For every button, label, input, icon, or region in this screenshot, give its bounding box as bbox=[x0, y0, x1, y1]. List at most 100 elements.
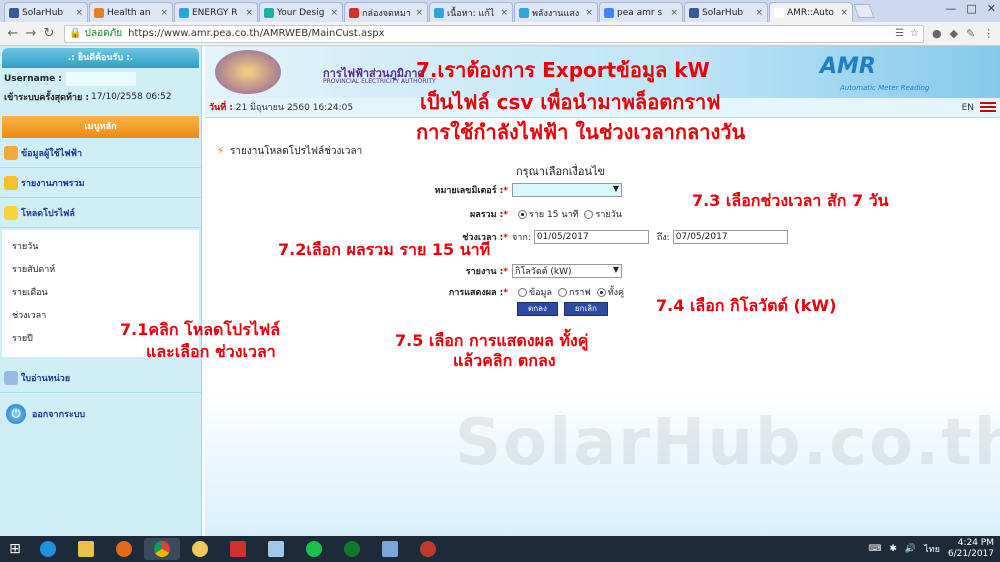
browser-tab[interactable]: เนื้อหา: แก้ไ × bbox=[429, 2, 513, 22]
tab-favicon-icon bbox=[519, 7, 529, 18]
url-input[interactable]: 🔒 ปลอดภัย https://www.amr.pea.co.th/AMRW… bbox=[64, 24, 924, 43]
tab-favicon-icon bbox=[264, 7, 274, 18]
menu-item-label: ใบอ่านหน่วย bbox=[21, 373, 71, 384]
maximize-icon[interactable]: □ bbox=[966, 2, 976, 15]
display-both-radio[interactable] bbox=[596, 287, 606, 297]
bookmark-star-icon[interactable]: ☆ bbox=[910, 28, 919, 39]
eyedropper-icon[interactable]: ✎ bbox=[966, 27, 975, 40]
tab-close-icon[interactable]: × bbox=[160, 8, 168, 18]
paint-icon[interactable] bbox=[182, 538, 218, 560]
tab-close-icon[interactable]: × bbox=[500, 8, 508, 18]
submenu-monthly[interactable]: รายเดือน bbox=[2, 282, 199, 305]
line-icon[interactable] bbox=[296, 538, 332, 560]
tab-close-icon[interactable]: × bbox=[75, 8, 83, 18]
keyboard-icon[interactable]: ⌨ bbox=[868, 544, 881, 554]
tab-close-icon[interactable]: × bbox=[670, 8, 678, 18]
tab-close-icon[interactable]: × bbox=[415, 8, 423, 18]
annotation-step-7-2: 7.2เลือก ผลรวม ราย 15 นาที bbox=[278, 240, 491, 259]
address-bar-row: ← → ↻ 🔒 ปลอดภัย https://www.amr.pea.co.t… bbox=[0, 22, 1000, 46]
from-date-input[interactable]: 01/05/2017 bbox=[533, 230, 649, 244]
menu-item-overview-report[interactable]: รายงานภาพรวม bbox=[0, 168, 201, 198]
sum-15min-radio[interactable] bbox=[518, 209, 527, 219]
submenu-weekly[interactable]: รายสัปดาห์ bbox=[2, 259, 199, 282]
logout-button[interactable]: ⏻ ออกจากระบบ bbox=[0, 397, 201, 431]
chat-app-icon[interactable] bbox=[334, 538, 370, 560]
line-dot bbox=[306, 541, 322, 557]
volume-icon[interactable]: 🔊 bbox=[905, 544, 916, 554]
translate-icon[interactable]: ☰ bbox=[895, 28, 904, 39]
extension-icon[interactable]: ● bbox=[932, 27, 942, 40]
photos-icon[interactable] bbox=[372, 538, 408, 560]
tab-close-icon[interactable]: × bbox=[755, 8, 763, 18]
firefox-icon[interactable] bbox=[106, 538, 142, 560]
clock-time: 4:24 PM bbox=[957, 538, 994, 548]
sum-label: ผลรวม :* bbox=[418, 207, 508, 221]
windows-start-icon[interactable]: ⊞ bbox=[0, 541, 30, 557]
chrome-icon[interactable] bbox=[144, 538, 180, 560]
pdf-dot bbox=[230, 541, 246, 557]
lightning-icon bbox=[4, 205, 18, 220]
meter-select[interactable]: ▼ bbox=[512, 183, 622, 197]
browser-tab[interactable]: SolarHub × bbox=[4, 2, 88, 22]
browser-tab-strip: SolarHub × Health an × ENERGY R × Your Desig × ก… bbox=[0, 0, 1000, 22]
reload-icon[interactable]: ↻ bbox=[40, 26, 58, 41]
extension-icon-2[interactable]: ◆ bbox=[950, 27, 958, 40]
forward-icon[interactable]: → bbox=[22, 26, 40, 41]
ok-button[interactable]: ตกลง bbox=[517, 302, 558, 316]
browser-tab[interactable]: Your Desig × bbox=[259, 2, 343, 22]
report-select[interactable]: กิโลวัตต์ (kW) ▼ bbox=[512, 264, 622, 278]
close-icon[interactable]: ✕ bbox=[987, 2, 996, 15]
browser-tab[interactable]: AMR::Auto × bbox=[769, 2, 853, 22]
to-date-input[interactable]: 07/05/2017 bbox=[672, 230, 788, 244]
ime-label[interactable]: ไทย bbox=[924, 542, 940, 556]
clock[interactable]: 4:24 PM 6/21/2017 bbox=[948, 538, 994, 560]
tab-label: พลังงานแสง bbox=[532, 8, 580, 19]
sum-15min-label: ราย 15 นาที bbox=[529, 210, 579, 220]
back-icon[interactable]: ← bbox=[4, 26, 22, 41]
minimize-icon[interactable]: — bbox=[945, 2, 956, 15]
meter-row: หมายเลขมิเตอร์ :* ▼ bbox=[418, 183, 622, 197]
tab-label: ENERGY R bbox=[192, 7, 238, 18]
tab-close-icon[interactable]: × bbox=[245, 8, 253, 18]
menu-item-user-info[interactable]: ข้อมูลผู้ใช้ไฟฟ้า bbox=[0, 138, 201, 168]
menu-dots-icon[interactable]: ⋮ bbox=[983, 27, 994, 40]
headline-2: เป็นไฟล์ csv เพื่อนำมาพล็อตกราฟ bbox=[420, 90, 721, 114]
new-tab-button[interactable] bbox=[853, 4, 875, 18]
browser-tab[interactable]: พลังงานแสง × bbox=[514, 2, 598, 22]
windows-taskbar: ⊞ ⌨ ✱ 🔊 ไทย 4:24 PM 6/21/2017 bbox=[0, 536, 1000, 562]
last-login-label: เข้าระบบครั้งสุดท้าย : bbox=[4, 93, 89, 103]
tab-label: Your Desig bbox=[277, 7, 325, 18]
report-icon bbox=[4, 175, 18, 190]
display-graph-radio[interactable] bbox=[558, 287, 568, 297]
browser-tab[interactable]: ENERGY R × bbox=[174, 2, 258, 22]
tab-label: SolarHub bbox=[702, 7, 744, 18]
browser-tab[interactable]: กล่องจดหมา × bbox=[344, 2, 428, 22]
tab-close-icon[interactable]: × bbox=[840, 8, 848, 18]
annotation-step-7-5b: แล้วคลิก ตกลง bbox=[453, 351, 556, 370]
submenu-daily[interactable]: รายวัน bbox=[2, 236, 199, 259]
page-title-text: รายงานโหลดโปรไฟล์ช่วงเวลา bbox=[230, 146, 363, 157]
internet-explorer-icon[interactable] bbox=[30, 538, 66, 560]
main-menu-header: เมนูหลัก bbox=[2, 116, 199, 138]
browser-tab[interactable]: SolarHub × bbox=[684, 2, 768, 22]
app-icon[interactable] bbox=[410, 538, 446, 560]
bluetooth-icon[interactable]: ✱ bbox=[889, 544, 897, 554]
cancel-button[interactable]: ยกเลิก bbox=[563, 302, 608, 316]
tab-label: AMR::Auto bbox=[787, 7, 834, 18]
sum-daily-radio[interactable] bbox=[584, 209, 594, 219]
notepad-icon[interactable] bbox=[258, 538, 294, 560]
tab-close-icon[interactable]: × bbox=[585, 8, 593, 18]
menu-item-invoice[interactable]: ใบอ่านหน่วย bbox=[0, 363, 201, 393]
file-explorer-icon[interactable] bbox=[68, 538, 104, 560]
browser-tab[interactable]: Health an × bbox=[89, 2, 173, 22]
language-toggle[interactable]: EN bbox=[962, 98, 974, 118]
tab-close-icon[interactable]: × bbox=[330, 8, 338, 18]
menu-item-label: รายงานภาพรวม bbox=[21, 178, 85, 189]
last-login-row: เข้าระบบครั้งสุดท้าย : 17/10/2558 06:52 bbox=[0, 86, 201, 104]
display-data-radio[interactable] bbox=[518, 287, 527, 297]
menu-item-load-profile[interactable]: โหลดโปรไฟล์ bbox=[0, 198, 201, 228]
pdf-icon[interactable] bbox=[220, 538, 256, 560]
flag-icon[interactable] bbox=[980, 102, 996, 113]
browser-tab[interactable]: pea amr s × bbox=[599, 2, 683, 22]
sum-label-text: ผลรวม : bbox=[469, 210, 504, 220]
